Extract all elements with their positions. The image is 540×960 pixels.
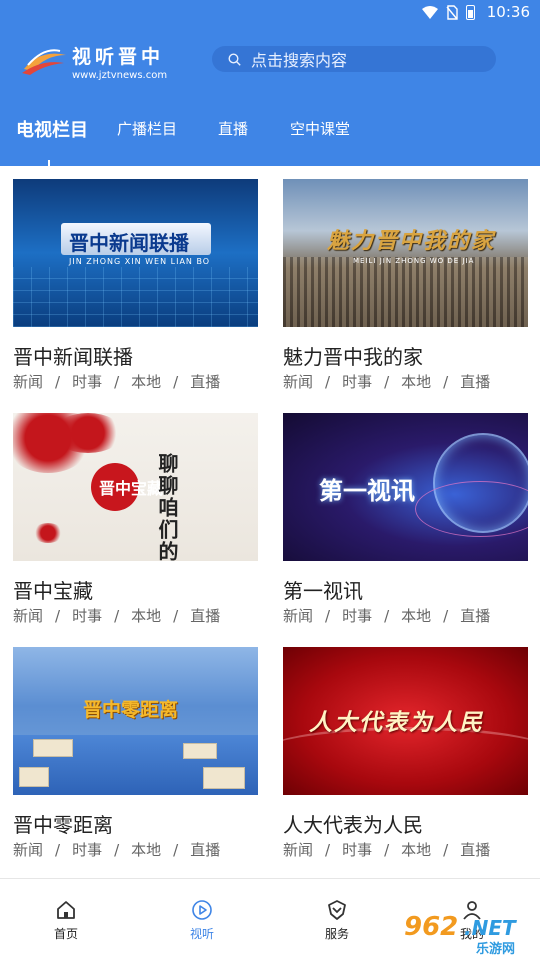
battery-icon	[465, 4, 475, 20]
tag: 时事	[342, 607, 373, 625]
tag: 直播	[460, 841, 491, 859]
tag: 直播	[190, 373, 221, 391]
program-card[interactable]: 人大代表为人民 人大代表为人民 新闻 / 时事 / 本地 / 直播	[283, 647, 528, 860]
wifi-icon	[421, 5, 438, 19]
nav-label-service: 服务	[324, 927, 349, 941]
thumbnail-title: 人大代表为人民	[309, 709, 484, 736]
tag: 本地	[131, 841, 162, 859]
program-card[interactable]: 晋中零距离 晋中零距离 新闻 / 时事 / 本地 / 直播	[13, 647, 258, 860]
thumbnail-subtitle: JIN ZHONG XIN WEN LIAN BO	[69, 257, 211, 266]
tag: 本地	[401, 607, 432, 625]
program-title[interactable]: 人大代表为人民	[283, 813, 528, 837]
logo-name: 视听晋中	[72, 46, 165, 68]
tab-radio-programs[interactable]: 广播栏目	[117, 118, 177, 139]
thumbnail-title: 晋中零距离	[83, 699, 179, 721]
program-card[interactable]: 晋中新闻联播 JIN ZHONG XIN WEN LIAN BO 晋中新闻联播 …	[13, 179, 258, 392]
tab-live[interactable]: 直播	[218, 118, 248, 139]
program-card[interactable]: 晋中宝藏 聊聊咱们的文物 晋中宝藏 新闻 / 时事 / 本地 / 直播	[13, 413, 258, 626]
nav-label-media: 视听	[189, 927, 214, 941]
tag: 新闻	[283, 841, 314, 859]
program-thumbnail[interactable]: 晋中新闻联播 JIN ZHONG XIN WEN LIAN BO	[13, 179, 258, 327]
app-header: 10:36 视听晋中 www.jztvnews.com 点击搜索内容 电视栏目 …	[0, 0, 540, 166]
program-grid: 晋中新闻联播 JIN ZHONG XIN WEN LIAN BO 晋中新闻联播 …	[0, 166, 540, 878]
program-tags: 新闻 / 时事 / 本地 / 直播	[13, 840, 221, 860]
nav-item-media[interactable]: 视听	[172, 899, 232, 942]
nav-item-home[interactable]: 首页	[36, 899, 96, 942]
home-icon	[57, 901, 75, 919]
program-title[interactable]: 魅力晋中我的家	[283, 345, 528, 369]
watermark-sub: 乐游网	[476, 942, 516, 957]
nav-label-home: 首页	[53, 927, 78, 941]
search-placeholder: 点击搜索内容	[251, 51, 348, 70]
thumbnail-subtitle: MEILI JIN ZHONG WO DE JIA	[353, 257, 475, 265]
logo-url: www.jztvnews.com	[72, 70, 168, 81]
tag: 直播	[460, 373, 491, 391]
thumbnail-title: 魅力晋中我的家	[327, 228, 496, 254]
program-title[interactable]: 第一视讯	[283, 579, 528, 603]
service-icon	[328, 900, 346, 920]
program-tags: 新闻 / 时事 / 本地 / 直播	[13, 372, 221, 392]
status-bar: 10:36	[0, 0, 540, 26]
tag: 新闻	[283, 607, 314, 625]
program-thumbnail[interactable]: 人大代表为人民	[283, 647, 528, 795]
app-logo[interactable]: 视听晋中 www.jztvnews.com	[20, 42, 167, 81]
nav-item-service[interactable]: 服务	[307, 899, 367, 942]
search-input[interactable]: 点击搜索内容	[212, 46, 496, 72]
thumbnail-title: 聊聊咱们的文物	[155, 453, 179, 561]
program-thumbnail[interactable]: 魅力晋中我的家 MEILI JIN ZHONG WO DE JIA	[283, 179, 528, 327]
logo-swoosh-icon	[22, 48, 66, 75]
tag: 时事	[72, 841, 103, 859]
status-icons: 10:36	[421, 3, 530, 21]
program-title[interactable]: 晋中新闻联播	[13, 345, 258, 369]
tag: 新闻	[13, 373, 44, 391]
tag: 时事	[342, 841, 373, 859]
program-thumbnail[interactable]: 晋中宝藏 聊聊咱们的文物	[13, 413, 258, 561]
tab-air-classroom[interactable]: 空中课堂	[290, 118, 350, 139]
tab-tv-programs[interactable]: 电视栏目	[16, 116, 88, 142]
category-tabs: 电视栏目 广播栏目 直播 空中课堂	[0, 118, 540, 148]
thumbnail-title: 晋中新闻联播	[69, 231, 189, 255]
program-thumbnail[interactable]: 第一视讯	[283, 413, 528, 561]
thumbnail-title: 第一视讯	[319, 477, 415, 505]
tag: 时事	[72, 607, 103, 625]
tag: 时事	[342, 373, 373, 391]
program-tags: 新闻 / 时事 / 本地 / 直播	[283, 372, 491, 392]
program-tags: 新闻 / 时事 / 本地 / 直播	[283, 840, 491, 860]
program-tags: 新闻 / 时事 / 本地 / 直播	[13, 606, 221, 626]
play-icon	[192, 900, 212, 920]
tag: 本地	[131, 373, 162, 391]
program-thumbnail[interactable]: 晋中零距离	[13, 647, 258, 795]
program-title[interactable]: 晋中宝藏	[13, 579, 258, 603]
program-card[interactable]: 魅力晋中我的家 MEILI JIN ZHONG WO DE JIA 魅力晋中我的…	[283, 179, 528, 392]
tag: 本地	[401, 373, 432, 391]
search-icon	[228, 52, 241, 66]
tag: 直播	[460, 607, 491, 625]
tag: 新闻	[13, 841, 44, 859]
tag: 新闻	[283, 373, 314, 391]
tag: 新闻	[13, 607, 44, 625]
tag: 本地	[131, 607, 162, 625]
site-watermark: 962 .NET 乐游网	[404, 912, 532, 957]
no-sim-icon	[446, 4, 458, 20]
tag: 直播	[190, 607, 221, 625]
watermark-number: 962	[404, 912, 459, 942]
program-tags: 新闻 / 时事 / 本地 / 直播	[283, 606, 491, 626]
watermark-net: .NET	[464, 916, 516, 940]
program-card[interactable]: 第一视讯 第一视讯 新闻 / 时事 / 本地 / 直播	[283, 413, 528, 626]
tag: 本地	[401, 841, 432, 859]
status-time: 10:36	[486, 3, 530, 21]
program-title[interactable]: 晋中零距离	[13, 813, 258, 837]
tag: 直播	[190, 841, 221, 859]
tag: 时事	[72, 373, 103, 391]
